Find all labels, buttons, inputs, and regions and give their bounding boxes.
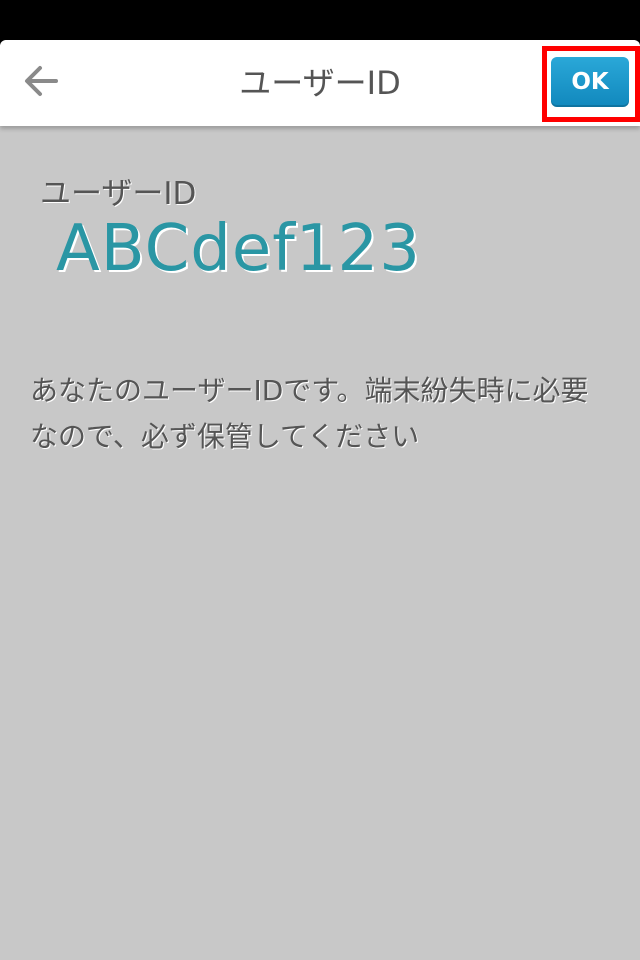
- user-id-value: ABCdef123: [56, 212, 421, 286]
- description-text: あなたのユーザーIDです。端末紛失時に必要なので、必ず保管してください: [30, 374, 589, 453]
- user-id-screen: ユーザーID OK ユーザーID ABCdef123 あなたのユーザーIDです。…: [0, 40, 640, 960]
- back-button[interactable]: [18, 60, 64, 106]
- status-bar: [0, 0, 640, 40]
- user-id-label: ユーザーID: [40, 176, 197, 212]
- arrow-left-icon: [23, 65, 59, 101]
- ok-button[interactable]: OK: [551, 57, 629, 107]
- navigation-bar: ユーザーID OK: [0, 40, 640, 126]
